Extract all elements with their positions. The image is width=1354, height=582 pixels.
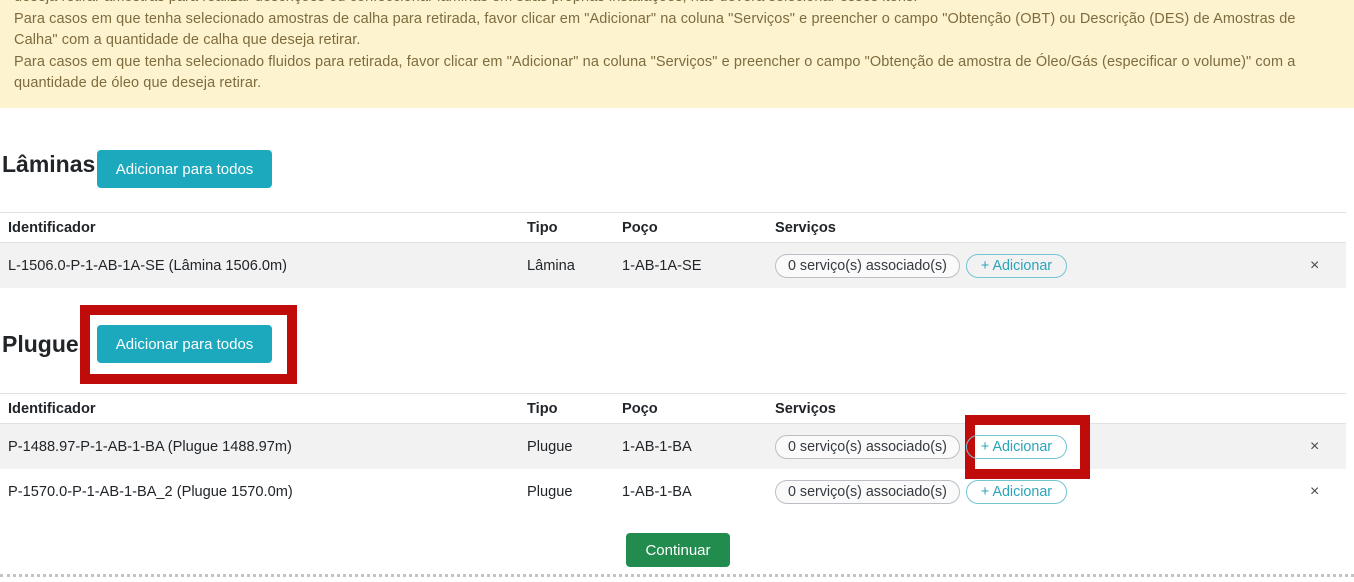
warning-alert: deseja retirar amostras para realizar de… [0,0,1354,108]
laminas-table: Identificador Tipo Poço Serviços L-1506.… [0,212,1346,288]
services-count-badge: 0 serviço(s) associado(s) [775,480,960,504]
row-identificador: L-1506.0-P-1-AB-1A-SE (Lâmina 1506.0m) [8,258,527,274]
row-tipo: Plugue [527,484,622,500]
column-header-identificador: Identificador [8,401,527,417]
add-service-button[interactable]: + Adicionar [966,254,1067,278]
alert-line-2: Para casos em que tenha selecionado amos… [14,9,1340,52]
add-service-button[interactable]: + Adicionar [966,480,1067,504]
warning-alert-text: deseja retirar amostras para realizar de… [0,0,1354,95]
alert-line-1: deseja retirar amostras para realizar de… [14,0,1340,9]
row-identificador: P-1570.0-P-1-AB-1-BA_2 (Plugue 1570.0m) [8,484,527,500]
row-remove-cell: × [1310,484,1346,500]
remove-row-button[interactable]: × [1310,258,1319,274]
row-tipo: Lâmina [527,258,622,274]
plugues-table-row: P-1570.0-P-1-AB-1-BA_2 (Plugue 1570.0m) … [0,469,1346,514]
plugues-add-all-button[interactable]: Adicionar para todos [97,325,272,363]
column-header-tipo: Tipo [527,220,622,236]
services-count-badge: 0 serviço(s) associado(s) [775,435,960,459]
row-remove-cell: × [1310,439,1346,455]
page: deseja retirar amostras para realizar de… [0,0,1354,582]
plugues-table: Identificador Tipo Poço Serviços P-1488.… [0,393,1346,514]
plugues-table-row: P-1488.97-P-1-AB-1-BA (Plugue 1488.97m) … [0,424,1346,469]
row-services-cell: 0 serviço(s) associado(s) + Adicionar [775,254,1310,278]
row-poco: 1-AB-1A-SE [622,258,775,274]
continue-button[interactable]: Continuar [626,533,730,567]
remove-row-button[interactable]: × [1310,484,1319,500]
plugues-section-title: Plugues [2,331,91,358]
row-poco: 1-AB-1-BA [622,484,775,500]
row-tipo: Plugue [527,439,622,455]
laminas-table-header: Identificador Tipo Poço Serviços [0,212,1346,243]
row-services-cell: 0 serviço(s) associado(s) + Adicionar [775,435,1310,459]
row-poco: 1-AB-1-BA [622,439,775,455]
column-header-poco: Poço [622,220,775,236]
add-service-button-highlighted[interactable]: + Adicionar [966,435,1067,459]
row-services-cell: 0 serviço(s) associado(s) + Adicionar [775,480,1310,504]
laminas-add-all-button[interactable]: Adicionar para todos [97,150,272,188]
laminas-table-row: L-1506.0-P-1-AB-1A-SE (Lâmina 1506.0m) L… [0,243,1346,288]
remove-row-button[interactable]: × [1310,439,1319,455]
column-header-poco: Poço [622,401,775,417]
column-header-tipo: Tipo [527,401,622,417]
column-header-servicos: Serviços [775,220,1310,236]
row-identificador: P-1488.97-P-1-AB-1-BA (Plugue 1488.97m) [8,439,527,455]
alert-line-3: Para casos em que tenha selecionado flui… [14,52,1340,95]
column-header-identificador: Identificador [8,220,527,236]
laminas-section-title: Lâminas [2,151,95,178]
plugues-table-header: Identificador Tipo Poço Serviços [0,393,1346,424]
row-remove-cell: × [1310,258,1346,274]
services-count-badge: 0 serviço(s) associado(s) [775,254,960,278]
dotted-separator [0,574,1354,577]
